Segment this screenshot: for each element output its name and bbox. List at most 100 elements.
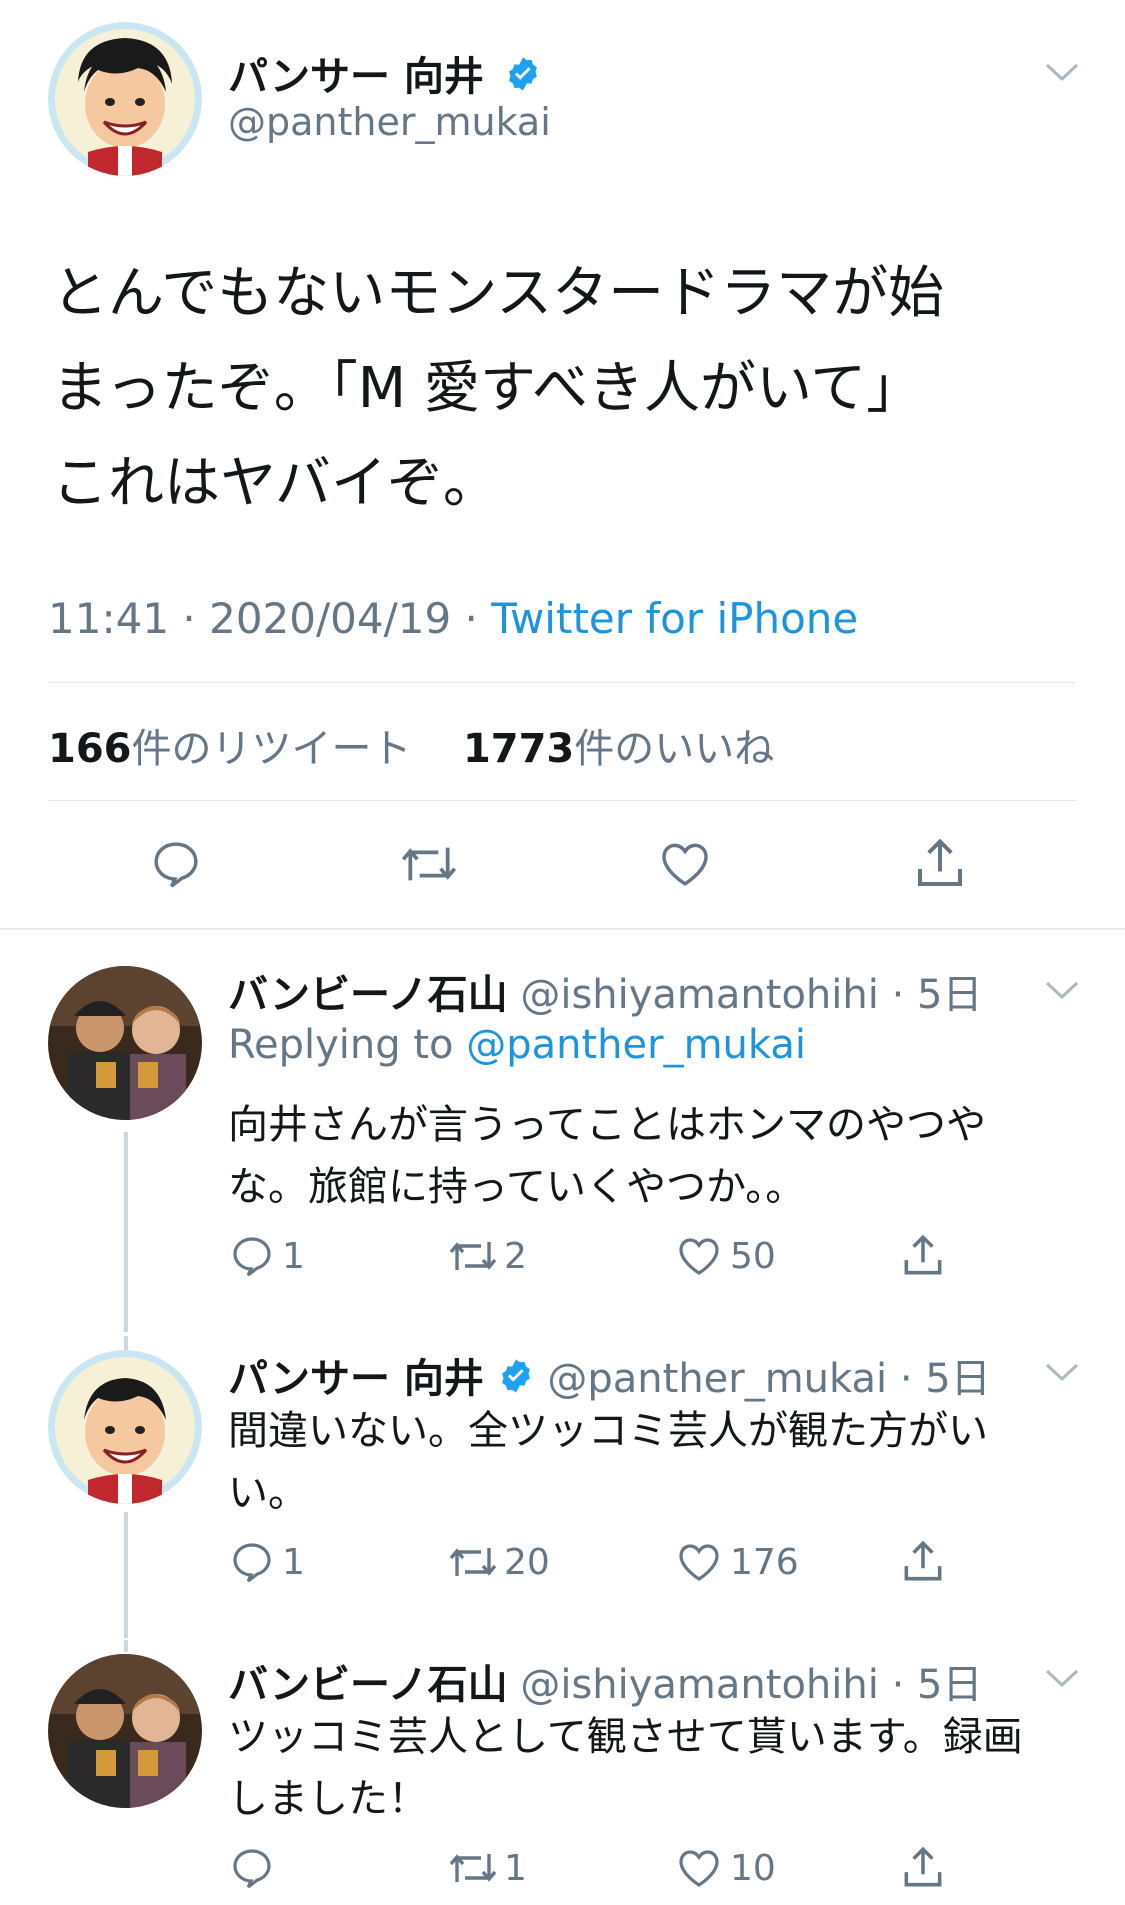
divider xyxy=(48,800,1076,801)
reply-count: 1 xyxy=(282,1235,305,1277)
retweet-icon xyxy=(401,847,457,881)
avatar-panther-mukai[interactable] xyxy=(48,22,202,176)
retweet-count-number: 166 xyxy=(48,726,132,772)
tweet-date: 2020/04/19 xyxy=(209,594,452,643)
thread-connector xyxy=(124,1336,128,1350)
heart-icon xyxy=(679,1850,719,1887)
retweet-icon xyxy=(449,1548,497,1576)
retweet-count: 1 xyxy=(504,1847,527,1889)
like-button[interactable]: 176 xyxy=(674,1538,799,1586)
reply-author-name[interactable]: パンサー 向井 xyxy=(228,1356,484,1402)
share-button[interactable] xyxy=(898,1536,948,1588)
like-button[interactable] xyxy=(656,836,714,892)
heart-icon xyxy=(662,843,708,886)
share-button[interactable] xyxy=(898,1230,948,1282)
timestamp-separator: · xyxy=(169,594,210,643)
reply-author-name[interactable]: バンビーノ石山 xyxy=(228,972,508,1018)
chevron-down-icon[interactable] xyxy=(1045,1362,1079,1382)
retweet-button[interactable]: 2 xyxy=(446,1232,527,1280)
share-icon xyxy=(918,838,962,886)
reply-age: · 5日 xyxy=(891,972,983,1018)
replying-to: Replying to @panther_mukai xyxy=(228,1022,806,1068)
reply-1-header: バンビーノ石山 @ishiyamantohihi · 5日 xyxy=(228,962,982,1020)
reply-age: · 5日 xyxy=(891,1662,983,1708)
chevron-down-icon[interactable] xyxy=(1045,1668,1079,1688)
chevron-down-icon[interactable] xyxy=(1045,980,1079,1000)
share-button[interactable] xyxy=(898,1842,948,1894)
avatar-bambino-ishiyama[interactable] xyxy=(48,1654,202,1808)
share-icon xyxy=(904,1234,942,1275)
thread-connector xyxy=(124,1640,128,1652)
retweet-count: 2 xyxy=(504,1235,527,1277)
retweet-button[interactable]: 20 xyxy=(446,1538,550,1586)
like-count-number: 1773 xyxy=(462,726,575,772)
like-button[interactable]: 10 xyxy=(674,1844,776,1892)
like-button[interactable]: 50 xyxy=(674,1232,776,1280)
like-count-label: 件のいいね xyxy=(574,726,775,772)
avatar-panther-mukai[interactable] xyxy=(48,1350,202,1504)
replying-to-handle[interactable]: @panther_mukai xyxy=(466,1022,806,1068)
reply-1-text: 向井さんが言うってことはホンマのやつや な。旅館に持っていくやつか。。 xyxy=(228,1094,986,1218)
retweet-button[interactable] xyxy=(398,836,460,892)
main-tweet-text: とんでもないモンスタードラマが始 まったぞ。「M 愛すべき人がいて」 これはヤバ… xyxy=(52,246,944,531)
main-tweet-text-line: まったぞ。「M 愛すべき人がいて」 xyxy=(52,356,923,421)
retweet-count[interactable]: 166件のリツイート xyxy=(48,726,424,772)
like-count[interactable]: 1773件のいいね xyxy=(463,726,774,772)
retweet-count: 20 xyxy=(504,1541,550,1583)
reply-text-line: ツッコミ芸人として観させて貰います。録画 xyxy=(228,1714,1023,1760)
reply-3-header: バンビーノ石山 @ishiyamantohihi · 5日 xyxy=(228,1652,982,1710)
reply-icon xyxy=(233,1543,271,1583)
main-tweet-timestamp: 11:41 · 2020/04/19 · Twitter for iPhone xyxy=(48,594,858,643)
share-icon xyxy=(904,1846,942,1887)
main-tweet-author-handle[interactable]: @panther_mukai xyxy=(228,100,551,144)
reply-2-header: パンサー 向井 @panther_mukai · 5日 xyxy=(228,1346,991,1405)
retweet-button[interactable]: 1 xyxy=(446,1844,527,1892)
share-icon xyxy=(904,1540,942,1581)
reply-text-line: しました！ xyxy=(228,1776,428,1822)
reply-button[interactable] xyxy=(148,836,204,892)
reply-author-handle[interactable]: @panther_mukai xyxy=(547,1356,887,1402)
like-count: 176 xyxy=(730,1541,799,1583)
replying-to-prefix: Replying to xyxy=(228,1022,467,1068)
reply-author-name[interactable]: バンビーノ石山 xyxy=(228,1662,508,1708)
retweet-count-label: 件のリツイート xyxy=(131,726,412,772)
main-tweet-text-line: これはヤバイぞ。 xyxy=(52,451,499,516)
reply-text-line: 間違いない。全ツッコミ芸人が観た方がい xyxy=(228,1408,988,1454)
reply-author-handle[interactable]: @ishiyamantohihi xyxy=(520,1662,879,1708)
like-count: 10 xyxy=(730,1847,776,1889)
reply-2-text: 間違いない。全ツッコミ芸人が観た方がい い。 xyxy=(228,1400,988,1524)
main-tweet-stats: 166件のリツイート 1773件のいいね xyxy=(48,716,774,774)
chevron-down-icon[interactable] xyxy=(1045,62,1079,82)
verified-badge-icon xyxy=(504,55,542,103)
author-name-text[interactable]: パンサー 向井 xyxy=(228,54,484,100)
share-button[interactable] xyxy=(910,834,970,894)
retweet-icon xyxy=(449,1242,497,1270)
reply-text-line: な。旅館に持っていくやつか。。 xyxy=(228,1164,806,1210)
retweet-icon xyxy=(449,1854,497,1882)
heart-icon xyxy=(679,1544,719,1581)
verified-badge-icon xyxy=(497,1357,535,1405)
tweet-source-link[interactable]: Twitter for iPhone xyxy=(491,594,858,643)
heart-icon xyxy=(679,1238,719,1275)
reply-3-text: ツッコミ芸人として観させて貰います。録画 しました！ xyxy=(228,1706,1023,1830)
reply-icon xyxy=(154,842,198,888)
avatar-bambino-ishiyama[interactable] xyxy=(48,966,202,1120)
main-tweet-text-line: とんでもないモンスタードラマが始 xyxy=(52,261,945,326)
main-tweet-author-name[interactable]: パンサー 向井 xyxy=(228,44,542,103)
reply-icon xyxy=(233,1237,271,1277)
thread-connector xyxy=(124,1132,128,1332)
timestamp-separator: · xyxy=(451,594,492,643)
divider xyxy=(48,682,1076,683)
reply-icon xyxy=(233,1849,271,1889)
reply-count: 1 xyxy=(282,1541,305,1583)
reply-text-line: 向井さんが言うってことはホンマのやつや xyxy=(228,1102,986,1148)
divider xyxy=(0,928,1125,930)
like-count: 50 xyxy=(730,1235,776,1277)
reply-button[interactable] xyxy=(228,1844,282,1892)
reply-age: · 5日 xyxy=(899,1356,991,1402)
reply-button[interactable]: 1 xyxy=(228,1232,305,1280)
reply-button[interactable]: 1 xyxy=(228,1538,305,1586)
tweet-time: 11:41 xyxy=(48,594,170,643)
reply-author-handle[interactable]: @ishiyamantohihi xyxy=(520,972,879,1018)
thread-connector xyxy=(124,1512,128,1638)
